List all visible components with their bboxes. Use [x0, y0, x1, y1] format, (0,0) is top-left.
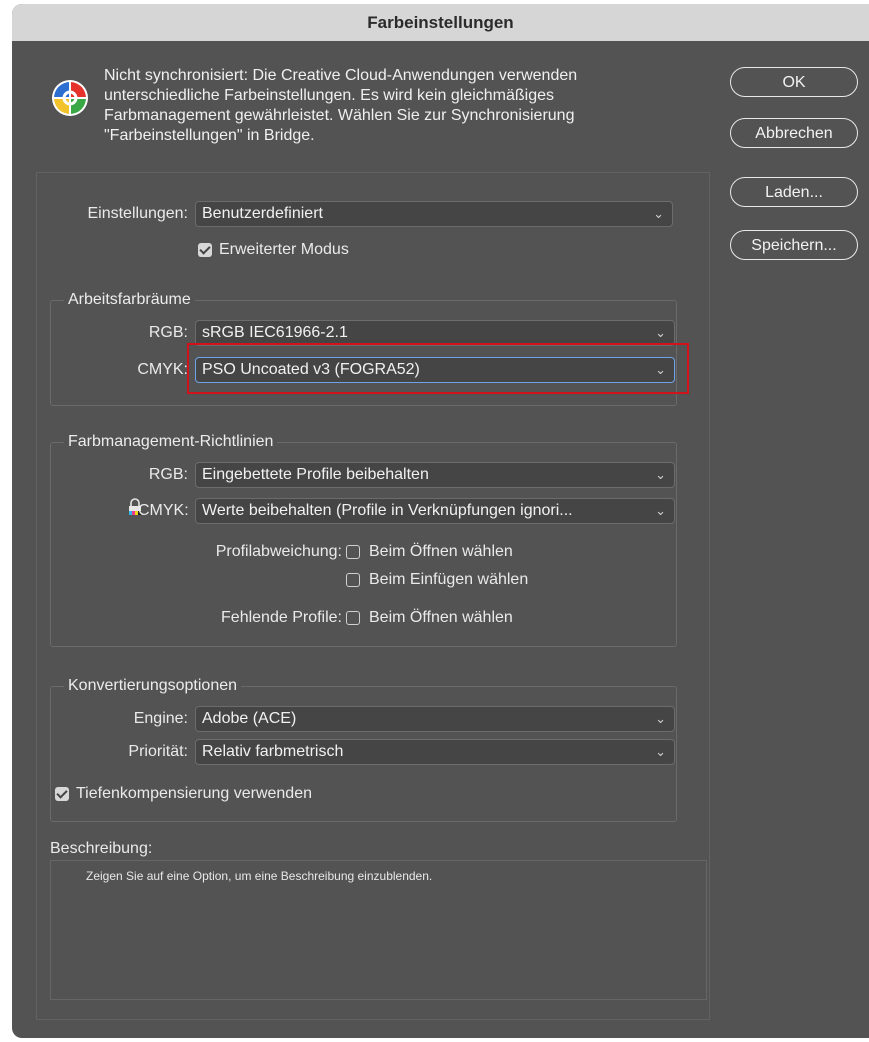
intent-label: Priorität: — [128, 743, 188, 760]
mismatch-open-checkbox[interactable] — [346, 545, 360, 559]
chevron-down-icon: ⌄ — [653, 206, 664, 221]
working-spaces-legend: Arbeitsfarbräume — [64, 290, 195, 310]
chevron-down-icon: ⌄ — [655, 503, 666, 518]
engine-select[interactable]: Adobe (ACE) ⌄ — [195, 706, 675, 732]
policy-rgb-value: Eingebettete Profile beibehalten — [202, 466, 429, 483]
engine-label: Engine: — [133, 710, 188, 727]
working-rgb-value: sRGB IEC61966-2.1 — [202, 324, 348, 341]
save-button[interactable]: Speichern... — [730, 230, 858, 260]
policies-legend: Farbmanagement-Richtlinien — [64, 432, 278, 452]
cmyk-highlight-frame — [187, 343, 689, 394]
load-button[interactable]: Laden... — [730, 177, 858, 207]
black-point-compensation-checkbox[interactable] — [55, 787, 69, 801]
color-wheel-icon — [52, 80, 88, 116]
missing-profiles-label: Fehlende Profile: — [221, 609, 342, 626]
intent-select[interactable]: Relativ farbmetrisch ⌄ — [195, 739, 675, 765]
policy-cmyk-label: CMYK: — [138, 502, 189, 519]
dialog-title: Farbeinstellungen — [12, 4, 869, 41]
description-label: Beschreibung: — [50, 840, 153, 857]
policy-rgb-label: RGB: — [148, 466, 188, 483]
working-rgb-label: RGB: — [148, 324, 188, 341]
policy-rgb-select[interactable]: Eingebettete Profile beibehalten ⌄ — [195, 462, 675, 488]
policy-cmyk-value: Werte beibehalten (Profile in Verknüpfun… — [202, 502, 573, 519]
ok-button[interactable]: OK — [730, 67, 858, 97]
sync-warning-line: Farbmanagement gewährleistet. Wählen Sie… — [104, 107, 575, 124]
mismatch-open-label: Beim Öffnen wählen — [369, 543, 513, 560]
sync-warning-text: Nicht synchronisiert: Die Creative Cloud… — [104, 66, 704, 146]
color-settings-dialog: Farbeinstellungen Nicht synchronisiert: … — [12, 4, 869, 1038]
engine-value: Adobe (ACE) — [202, 710, 297, 727]
chevron-down-icon: ⌄ — [655, 711, 666, 726]
policy-cmyk-select[interactable]: Werte beibehalten (Profile in Verknüpfun… — [195, 498, 675, 524]
sync-warning-line: Nicht synchronisiert: Die Creative Cloud… — [104, 67, 578, 84]
chevron-down-icon: ⌄ — [655, 744, 666, 759]
description-text: Zeigen Sie auf eine Option, um eine Besc… — [86, 869, 433, 883]
advanced-mode-label: Erweiterter Modus — [219, 241, 349, 258]
settings-select-value: Benutzerdefiniert — [202, 205, 323, 222]
cancel-button[interactable]: Abbrechen — [730, 118, 858, 148]
advanced-mode-checkbox[interactable] — [198, 243, 212, 257]
chevron-down-icon: ⌄ — [655, 467, 666, 482]
black-point-compensation-label: Tiefenkompensierung verwenden — [76, 785, 312, 802]
missing-open-checkbox[interactable] — [346, 611, 360, 625]
settings-select[interactable]: Benutzerdefiniert ⌄ — [195, 201, 673, 227]
settings-label: Einstellungen: — [87, 205, 188, 222]
mismatch-paste-label: Beim Einfügen wählen — [369, 571, 529, 588]
sync-warning-line: unterschiedliche Farbeinstellungen. Es w… — [104, 87, 555, 104]
working-cmyk-label: CMYK: — [137, 361, 188, 378]
conversion-legend: Konvertierungsoptionen — [64, 676, 242, 696]
missing-open-label: Beim Öffnen wählen — [369, 609, 513, 626]
mismatch-label: Profilabweichung: — [215, 543, 342, 560]
intent-value: Relativ farbmetrisch — [202, 743, 344, 760]
mismatch-paste-checkbox[interactable] — [346, 573, 360, 587]
chevron-down-icon: ⌄ — [655, 325, 666, 340]
sync-warning-line: "Farbeinstellungen" in Bridge. — [104, 127, 315, 144]
